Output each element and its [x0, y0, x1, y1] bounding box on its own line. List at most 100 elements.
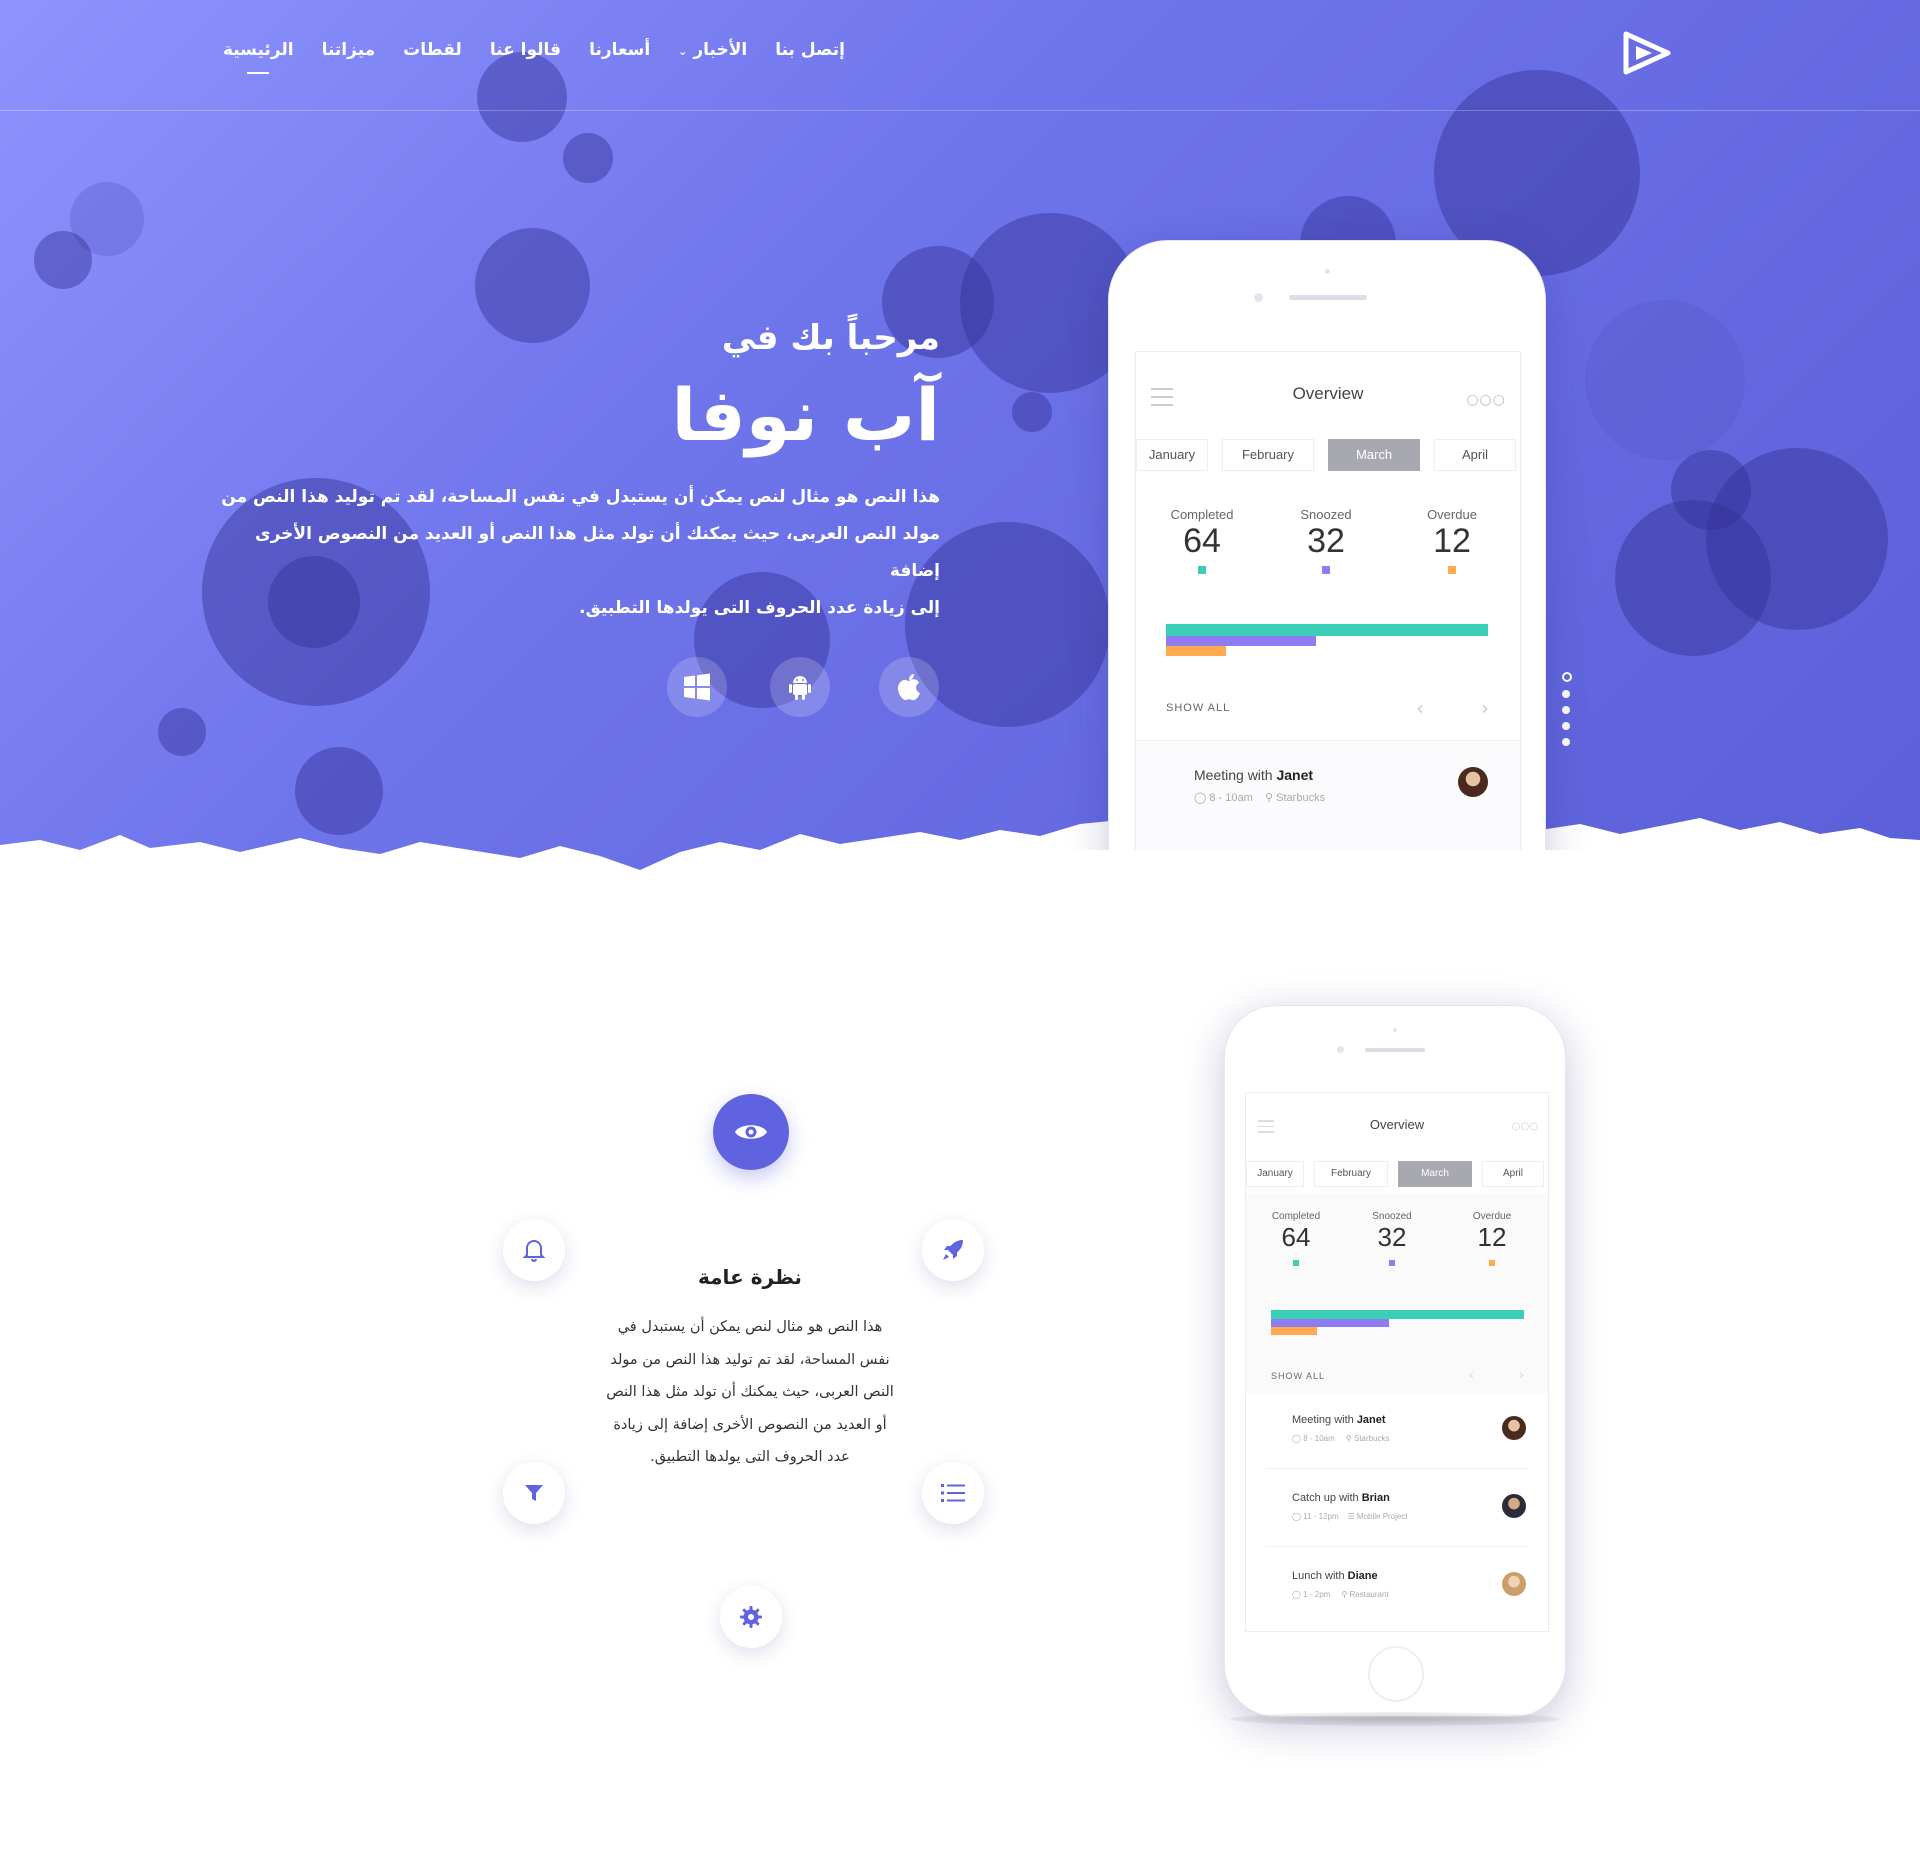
month-tab-january[interactable]: January [1246, 1161, 1304, 1187]
stat-snoozed: Snoozed 32 [1276, 507, 1376, 579]
meeting-time: 11 - 12pm [1303, 1512, 1339, 1521]
month-tab-april[interactable]: April [1482, 1161, 1544, 1187]
chevron-left-icon[interactable]: ‹ [1416, 696, 1424, 720]
clock-icon: ◯ [1292, 1590, 1301, 1599]
show-all-link[interactable]: SHOW ALL [1166, 702, 1230, 714]
meeting-place: Mobile Project [1356, 1512, 1408, 1521]
divider [1266, 1546, 1528, 1547]
list-feature-button[interactable] [922, 1462, 984, 1524]
stat-value: 12 [1433, 522, 1471, 560]
stat-marker [1389, 1260, 1395, 1266]
month-tab-february[interactable]: February [1222, 439, 1314, 471]
phone-speaker [1365, 1048, 1425, 1052]
meeting-item[interactable]: Meeting with Janet ◯ 8 - 10am ⚲ Starbuck… [1292, 1414, 1390, 1443]
meeting-time: 8 - 10am [1303, 1434, 1335, 1443]
meeting-item[interactable]: Catch up with Brian ◯ 11 - 12pm ☰ Mobile… [1292, 1492, 1408, 1521]
pin-icon: ⚲ [1345, 1434, 1352, 1443]
avatar [1502, 1416, 1526, 1440]
phone-camera [1337, 1046, 1344, 1053]
stat-label: Snoozed [1300, 507, 1352, 522]
stat-label: Overdue [1472, 1211, 1512, 1222]
stat-label: Overdue [1427, 507, 1477, 522]
chevron-left-icon[interactable]: ‹ [1468, 1365, 1474, 1384]
avatar [1502, 1572, 1526, 1596]
chevron-right-icon[interactable]: › [1518, 1365, 1524, 1384]
stat-snoozed: Snoozed 32 [1352, 1211, 1432, 1271]
more-icon[interactable]: ○○○ [1512, 1121, 1538, 1132]
overview-eye-button[interactable] [713, 1094, 789, 1170]
meeting-item[interactable]: Meeting with Janet ◯ 8 - 10am ⚲ Starbuck… [1194, 767, 1325, 804]
show-all-link[interactable]: SHOW ALL [1271, 1371, 1325, 1381]
phone-shadow [1230, 1712, 1560, 1726]
month-tab-february[interactable]: February [1314, 1161, 1388, 1187]
settings-feature-button[interactable] [720, 1586, 782, 1648]
hero-phone-screen: Overview ○○○ January February March Apri… [1135, 351, 1521, 850]
month-tabs: January February March April [1136, 439, 1516, 471]
launch-feature-button[interactable] [922, 1219, 984, 1281]
rocket-icon [943, 1240, 963, 1260]
meeting-details: ◯ 11 - 12pm ☰ Mobile Project [1292, 1512, 1408, 1521]
home-button[interactable] [1368, 1646, 1424, 1702]
feature-description: هذا النص هو مثال لنص يمكن أن يستبدل في ن… [575, 1311, 925, 1474]
overview-feature: نظرة عامة هذا النص هو مثال لنص يمكن أن ي… [575, 1265, 925, 1474]
stat-label: Completed [1271, 1211, 1321, 1222]
progress-bar-overdue [1271, 1327, 1317, 1335]
feature-description-line: النص العربى، حيث يمكنك أن تولد مثل هذا ا… [606, 1384, 894, 1400]
divider [1266, 1468, 1528, 1469]
meeting-prefix: Lunch with [1292, 1570, 1348, 1582]
meeting-prefix: Meeting with [1292, 1414, 1357, 1426]
stat-value: 32 [1307, 522, 1345, 560]
month-tab-january[interactable]: January [1136, 439, 1208, 471]
meeting-details: ◯ 8 - 10am ⚲ Starbucks [1292, 1434, 1390, 1443]
notifications-feature-button[interactable] [503, 1219, 565, 1281]
feature-description-line: هذا النص هو مثال لنص يمكن أن يستبدل في [617, 1319, 883, 1335]
stat-label: Snoozed [1372, 1211, 1412, 1222]
stat-value: 64 [1183, 522, 1221, 560]
avatar [1502, 1494, 1526, 1518]
meeting-place: Starbucks [1353, 1434, 1390, 1443]
month-tab-april[interactable]: April [1434, 439, 1516, 471]
meeting-details: ◯ 8 - 10am ⚲ Starbucks [1194, 791, 1325, 804]
feature-description-line: نفس المساحة، لقد تم توليد هذا النص من مو… [610, 1351, 890, 1368]
feature-title: نظرة عامة [698, 1265, 802, 1289]
more-icon[interactable]: ○○○ [1466, 392, 1506, 408]
list-icon [941, 1484, 965, 1502]
stat-label: Completed [1170, 507, 1234, 522]
stat-marker [1322, 566, 1330, 574]
meeting-list: Meeting with Janet ◯ 8 - 10am ⚲ Starbuck… [1136, 740, 1520, 850]
eye-icon [735, 1125, 767, 1139]
phone-camera [1254, 293, 1263, 302]
stat-value: 64 [1281, 1222, 1311, 1252]
clock-icon: ◯ [1292, 1434, 1301, 1443]
chevron-right-icon[interactable]: › [1481, 696, 1489, 720]
meeting-name: Janet [1356, 1414, 1386, 1426]
month-tab-march[interactable]: March [1398, 1161, 1472, 1187]
meeting-place: Restaurant [1349, 1590, 1389, 1599]
stat-completed: Completed 64 [1152, 507, 1252, 579]
meeting-time: 1 - 2pm [1303, 1590, 1331, 1599]
filter-icon [525, 1485, 543, 1501]
feature-description-line: عدد الحروف التى يولدها التطبيق. [650, 1449, 850, 1465]
progress-bar-completed [1271, 1310, 1524, 1319]
stat-marker [1293, 1260, 1299, 1266]
hero-phone-wrap: Overview ○○○ January February March Apri… [0, 0, 1920, 850]
filter-feature-button[interactable] [503, 1462, 565, 1524]
progress-bar-overdue [1166, 646, 1226, 656]
stat-value: 32 [1377, 1222, 1407, 1252]
clock-icon: ◯ [1194, 792, 1207, 804]
month-tab-march[interactable]: March [1328, 439, 1420, 471]
meeting-item[interactable]: Lunch with Diane ◯ 1 - 2pm ⚲ Restaurant [1292, 1570, 1389, 1599]
avatar [1458, 767, 1488, 797]
gear-icon [740, 1606, 762, 1628]
phone-sensor [1393, 1028, 1397, 1032]
stat-marker [1448, 566, 1456, 574]
clock-icon: ◯ [1292, 1512, 1301, 1521]
screen-title: Overview [1292, 384, 1364, 403]
progress-bar-snoozed [1166, 636, 1316, 646]
feature-phone-mockup: Overview ○○○ January February March Apri… [1224, 1005, 1566, 1717]
meeting-name: Janet [1276, 767, 1314, 783]
stat-marker [1489, 1260, 1495, 1266]
stat-overdue: Overdue 12 [1452, 1211, 1532, 1271]
meeting-details: ◯ 1 - 2pm ⚲ Restaurant [1292, 1590, 1389, 1599]
meeting-name: Diane [1347, 1570, 1378, 1582]
